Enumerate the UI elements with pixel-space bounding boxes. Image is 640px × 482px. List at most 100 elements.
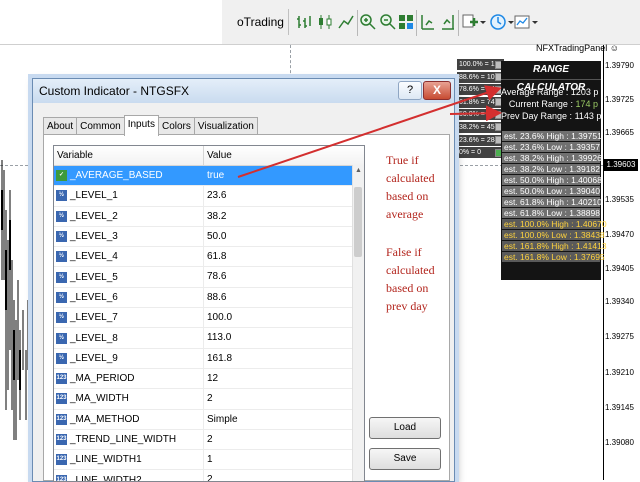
price-tick: 1.39210 <box>605 368 634 377</box>
autotrading-button[interactable]: AutoTrading <box>237 9 289 35</box>
toolbar-left-area <box>0 0 222 44</box>
double-type-icon: ½ <box>56 271 67 283</box>
variable-name: _MA_WIDTH <box>70 393 129 405</box>
value-cell[interactable]: 78.6 <box>204 267 352 286</box>
toolbar-separator <box>458 10 459 36</box>
grid-row[interactable]: ½ _LEVEL_5 78.6 <box>54 267 364 288</box>
toolbar-separator <box>416 10 417 36</box>
current-range-line: Current Range : 174 p <box>501 98 601 110</box>
value-cell[interactable]: 38.2 <box>204 207 352 226</box>
load-button[interactable]: Load <box>369 417 441 439</box>
tab-colors[interactable]: Colors <box>157 117 195 135</box>
double-type-icon: ½ <box>56 231 67 243</box>
chart-shift-icon[interactable] <box>418 13 436 31</box>
value-cell[interactable]: 23.6 <box>204 186 352 205</box>
grid-row[interactable]: ½ _LEVEL_2 38.2 <box>54 206 364 227</box>
variable-name: _LEVEL_8 <box>70 332 118 344</box>
grid-row[interactable]: ½ _LEVEL_7 100.0 <box>54 308 364 329</box>
value-cell[interactable]: 61.8 <box>204 247 352 266</box>
average-range-label: Average Range : <box>501 87 569 97</box>
grid-row[interactable]: 123 _MA_PERIOD 12 <box>54 368 364 390</box>
variable-name: _LEVEL_2 <box>70 210 118 222</box>
variable-cell: ½ _LEVEL_4 <box>54 247 204 267</box>
value-cell[interactable]: 88.6 <box>204 288 352 307</box>
autoscroll-icon[interactable] <box>439 13 457 31</box>
value-cell[interactable]: 100.0 <box>204 308 352 327</box>
variable-name: _TREND_LINE_WIDTH <box>70 434 177 445</box>
variable-name: _MA_PERIOD <box>70 373 135 385</box>
zoom-out-icon[interactable] <box>379 13 397 31</box>
grid-row[interactable]: ½ _LEVEL_3 50.0 <box>54 226 364 248</box>
value-cell[interactable]: true <box>204 166 352 185</box>
close-button[interactable]: X <box>423 81 451 100</box>
variable-cell: 123 _LINE_WIDTH1 <box>54 450 204 470</box>
grid-row[interactable]: 123 _LINE_WIDTH1 1 <box>54 450 364 471</box>
variable-cell: 123 _MA_PERIOD <box>54 368 204 389</box>
level-label: 100.0% = 1203 <box>459 61 495 68</box>
value-cell[interactable]: 2 <box>204 470 352 481</box>
level-row: 88.6% = 1066 <box>457 71 504 83</box>
double-type-icon: ½ <box>56 352 67 364</box>
grid-row[interactable]: ½ _LEVEL_9 161.8 <box>54 348 364 369</box>
grid-row[interactable]: ✓ _AVERAGE_BASED true <box>54 166 364 187</box>
scroll-thumb[interactable] <box>354 187 362 257</box>
tab-visualization[interactable]: Visualization <box>193 117 258 135</box>
value-cell[interactable]: 1 <box>204 450 352 469</box>
chevron-down-icon[interactable] <box>530 13 540 31</box>
candlestick-icon[interactable] <box>316 13 334 31</box>
bar-chart-icon[interactable] <box>295 13 313 31</box>
variable-cell: ½ _LEVEL_7 <box>54 308 204 328</box>
value-cell[interactable]: Simple <box>204 410 352 429</box>
grid-row[interactable]: ½ _LEVEL_4 61.8 <box>54 247 364 268</box>
estimate-line: est. 100.0% High : 1.40670 <box>502 219 607 229</box>
value-cell[interactable]: 50.0 <box>204 227 352 246</box>
toolbar: AutoTrading <box>0 0 640 45</box>
estimate-line: est. 38.2% Low : 1.39182 <box>502 164 600 174</box>
grid-row[interactable]: 123 _LINE_WIDTH2 2 <box>54 470 364 482</box>
save-button[interactable]: Save <box>369 448 441 470</box>
variable-name: _LEVEL_3 <box>70 231 118 243</box>
level-label: 23.6% = 284 <box>459 136 495 144</box>
grid-row[interactable]: 123 _MA_WIDTH 2 <box>54 389 364 410</box>
indicators-icon[interactable] <box>461 13 479 31</box>
estimate-line: est. 23.6% High : 1.39751 <box>502 131 602 141</box>
grid-row[interactable]: 123 _MA_METHOD Simple <box>54 409 364 430</box>
candlestick-bars <box>1 160 29 440</box>
value-cell[interactable]: 2 <box>204 389 352 408</box>
tile-windows-icon[interactable] <box>397 13 415 31</box>
grid-row[interactable]: ½ _LEVEL_6 88.6 <box>54 287 364 309</box>
tab-common[interactable]: Common <box>76 117 125 135</box>
integer-type-icon: 123 <box>56 393 67 405</box>
grid-row[interactable]: 123 _TREND_LINE_WIDTH 2 <box>54 429 364 451</box>
tab-about[interactable]: About <box>43 117 78 135</box>
column-header-variable[interactable]: Variable <box>54 146 204 165</box>
price-tick: 1.39535 <box>605 195 634 204</box>
scroll-up-icon[interactable]: ▲ <box>353 165 364 176</box>
periods-icon[interactable] <box>489 13 507 31</box>
dialog-titlebar[interactable]: Custom Indicator - NTGSFX ? X <box>33 79 454 103</box>
value-cell[interactable]: 161.8 <box>204 349 352 368</box>
column-header-value[interactable]: Value <box>204 146 352 165</box>
price-tick: 1.39340 <box>605 297 634 306</box>
templates-icon[interactable] <box>513 13 531 31</box>
value-cell[interactable]: 113.0 <box>204 328 352 347</box>
vertical-scrollbar[interactable]: ▲ <box>352 165 364 481</box>
variable-cell: ½ _LEVEL_6 <box>54 287 204 308</box>
grid-row[interactable]: ½ _LEVEL_1 23.6 <box>54 186 364 207</box>
tab-inputs[interactable]: Inputs <box>123 115 159 136</box>
grid-row[interactable]: ½ _LEVEL_8 113.0 <box>54 328 364 349</box>
variable-cell: ✓ _AVERAGE_BASED <box>54 166 204 186</box>
chevron-down-icon[interactable] <box>478 13 488 31</box>
level-row: 61.8% = 743 <box>457 96 504 108</box>
value-cell[interactable]: 2 <box>204 430 352 449</box>
variable-name: _LEVEL_5 <box>70 271 118 283</box>
range-calculator-title: RANGE CALCULATOR <box>501 61 601 93</box>
zoom-in-icon[interactable] <box>359 13 377 31</box>
prev-day-range-value: 1143 p <box>574 111 602 121</box>
price-tick: 1.39275 <box>605 332 634 341</box>
help-button[interactable]: ? <box>398 81 422 100</box>
line-chart-icon[interactable] <box>337 13 355 31</box>
level-row: 38.2% = 459 <box>457 121 504 133</box>
value-cell[interactable]: 12 <box>204 369 352 388</box>
variable-name: _LINE_WIDTH2 <box>70 474 142 482</box>
